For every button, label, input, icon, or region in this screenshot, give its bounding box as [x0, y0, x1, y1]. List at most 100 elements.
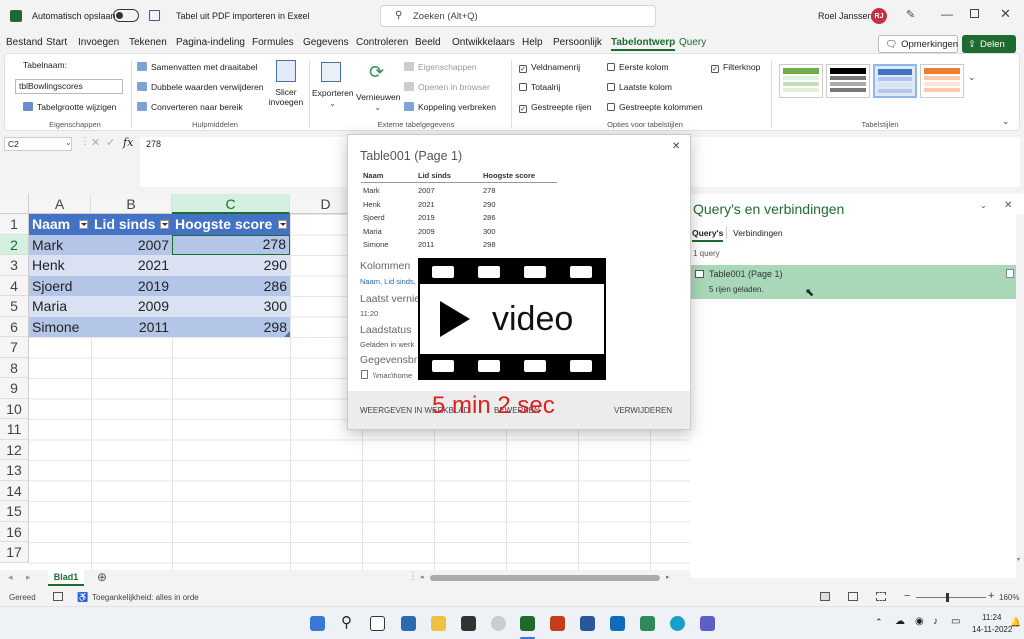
row-header[interactable]: 1 [0, 214, 29, 235]
export-icon[interactable] [321, 62, 341, 82]
table-cell[interactable]: 2007 [91, 234, 172, 255]
table-cell[interactable]: 298 [172, 316, 290, 337]
insert-slicer-button[interactable]: Slicer invoegen [267, 87, 305, 107]
row-header[interactable]: 4 [0, 275, 29, 296]
last-column-checkbox[interactable]: Laatste kolom [607, 82, 672, 92]
pivot-summary-button[interactable]: Samenvatten met draaitabel [137, 62, 257, 72]
video-thumbnail[interactable]: video [418, 258, 606, 380]
table-cell[interactable]: Simone [29, 316, 91, 337]
menu-ontwikkelaars[interactable]: Ontwikkelaars [452, 37, 515, 48]
confirm-icon[interactable]: ✓ [106, 136, 115, 149]
menu-tekenen[interactable]: Tekenen [129, 37, 167, 48]
row-header[interactable]: 3 [0, 255, 29, 276]
row-header[interactable]: 10 [0, 398, 29, 419]
pen-icon[interactable]: ✎ [906, 8, 915, 21]
page-break-icon[interactable] [876, 592, 886, 601]
row-header[interactable]: 7 [0, 337, 29, 358]
table-cell[interactable]: 290 [172, 255, 290, 276]
tab-queries[interactable]: Query's [692, 228, 724, 242]
column-header[interactable]: A [29, 194, 91, 214]
collapse-ribbon-icon[interactable]: ⌄ [1002, 116, 1010, 127]
minimize-icon[interactable]: — [941, 7, 953, 21]
row-header[interactable]: 12 [0, 439, 29, 460]
notification-icon[interactable]: 🔔 [1010, 617, 1021, 628]
excel-taskbar-icon[interactable] [520, 616, 535, 631]
menu-controleren[interactable]: Controleren [356, 37, 408, 48]
macro-record-icon[interactable] [53, 592, 63, 601]
wifi-icon[interactable]: ◉ [915, 616, 924, 627]
table-cell[interactable]: 2011 [91, 316, 172, 337]
play-icon[interactable] [440, 301, 470, 337]
clock-date[interactable]: 14-11-2022 [972, 625, 1012, 634]
excel-second-icon[interactable] [640, 616, 655, 631]
cancel-icon[interactable]: ✕ [91, 136, 100, 149]
filter-dropdown-icon[interactable] [160, 220, 169, 229]
table-header-cell[interactable]: Lid sinds [91, 214, 172, 235]
resize-table-button[interactable]: Tabelgrootte wijzigen [23, 102, 116, 112]
table-cell[interactable]: Maria [29, 296, 91, 317]
refresh-icon[interactable]: ⟳ [369, 62, 384, 83]
avatar[interactable]: RJ [871, 8, 887, 24]
query-doc-icon[interactable] [1006, 269, 1014, 278]
table-header-cell[interactable]: Naam [29, 214, 91, 235]
row-header[interactable]: 5 [0, 296, 29, 317]
close-icon[interactable]: ✕ [1000, 6, 1011, 22]
tab-connections[interactable]: Verbindingen [733, 228, 783, 238]
column-header-selected[interactable]: C [172, 194, 290, 214]
table-cell[interactable]: Mark [29, 234, 91, 255]
store-icon[interactable] [461, 616, 476, 631]
edge-icon[interactable] [670, 616, 685, 631]
task-view-icon[interactable] [370, 616, 385, 631]
total-row-checkbox[interactable]: Totaalrij [519, 82, 560, 92]
volume-icon[interactable]: ♪ [933, 616, 938, 627]
powerpoint-icon[interactable] [550, 616, 565, 631]
menu-tabelontwerp[interactable]: Tabelontwerp [611, 37, 676, 51]
select-all-corner[interactable] [0, 194, 29, 214]
active-cell[interactable]: 278 [172, 234, 290, 255]
zoom-out-icon[interactable]: − [904, 590, 910, 602]
comments-button[interactable]: 🗨 Opmerkingen [878, 35, 958, 53]
table-cell[interactable]: 2021 [91, 255, 172, 276]
clock-time[interactable]: 11:24 [982, 613, 1001, 622]
menu-gegevens[interactable]: Gegevens [303, 37, 349, 48]
table-cell[interactable]: Henk [29, 255, 91, 276]
filter-button-checkbox[interactable]: ✓ Filterknop [711, 62, 760, 73]
autosave-toggle[interactable] [113, 9, 139, 24]
menu-bestand[interactable]: Bestand [6, 37, 43, 48]
namebox-chevron-icon[interactable]: ⌄ [65, 138, 72, 147]
remove-duplicates-button[interactable]: Dubbele waarden verwijderen [137, 82, 263, 92]
table-name-input[interactable]: tblBowlingscores [15, 79, 123, 94]
close-pane-icon[interactable]: ✕ [1004, 200, 1012, 211]
export-chevron-icon[interactable]: ⌄ [329, 98, 336, 109]
menu-formules[interactable]: Formules [252, 37, 294, 48]
zoom-slider-handle[interactable] [946, 593, 949, 602]
row-header[interactable]: 9 [0, 378, 29, 399]
refresh-button[interactable]: Vernieuwen [356, 92, 400, 102]
user-name[interactable]: Roel Janssen [818, 11, 873, 21]
word-icon[interactable] [580, 616, 595, 631]
banded-rows-checkbox[interactable]: ✓ Gestreepte rijen [519, 102, 591, 113]
hscroll-right-icon[interactable]: ▸ [666, 573, 670, 581]
settings-gear-icon[interactable] [491, 616, 506, 631]
row-header[interactable]: 11 [0, 419, 29, 440]
share-button[interactable]: ⇪ Delen [962, 35, 1016, 53]
cloud-icon[interactable]: ☁ [895, 616, 905, 627]
styles-expand-icon[interactable]: ⌄ [968, 72, 976, 83]
table-header-cell[interactable]: Hoogste score [172, 214, 290, 235]
hscroll-left-icon[interactable]: ◂ [420, 573, 424, 581]
unlink-button[interactable]: Koppeling verbreken [404, 102, 496, 112]
file-explorer-icon[interactable] [431, 616, 446, 631]
tray-chevron-icon[interactable]: ⌃ [875, 617, 883, 628]
windows-start-icon[interactable] [310, 616, 325, 631]
sheet-tab-active[interactable]: Blad1 [48, 570, 84, 586]
table-cell[interactable]: 2019 [91, 275, 172, 296]
zoom-level[interactable]: 160% [999, 593, 1019, 602]
header-row-checkbox[interactable]: ✓ Veldnamenrij [519, 62, 580, 73]
filter-dropdown-icon[interactable] [79, 220, 88, 229]
accessibility-icon[interactable]: ♿ [77, 592, 88, 603]
battery-icon[interactable]: ▭ [951, 616, 960, 627]
table-cell[interactable]: Sjoerd [29, 275, 91, 296]
menu-query[interactable]: Query [679, 37, 706, 48]
table-style-green[interactable] [779, 64, 823, 98]
convert-to-range-button[interactable]: Converteren naar bereik [137, 102, 243, 112]
